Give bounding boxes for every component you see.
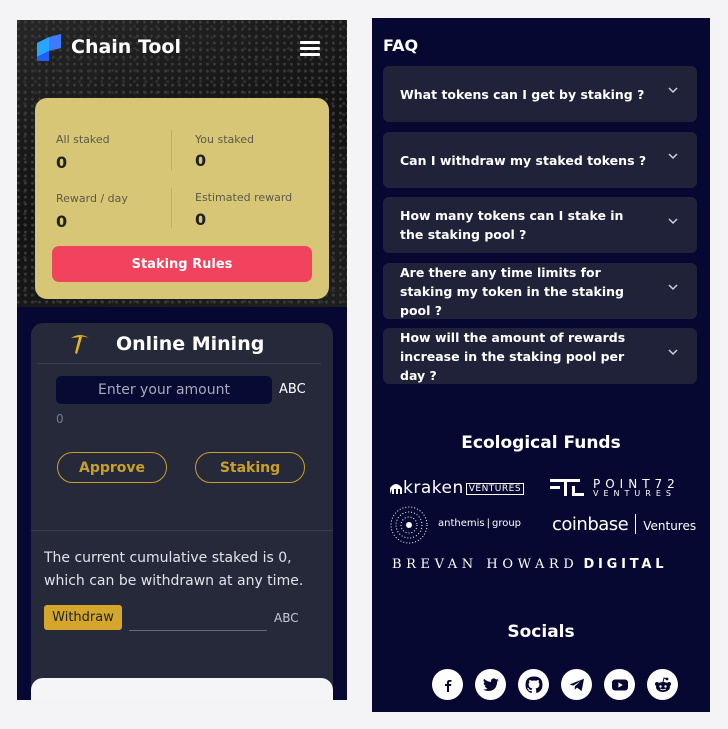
coinbase-ventures-logo: coinbase Ventures <box>552 514 696 535</box>
amount-input[interactable] <box>56 376 272 404</box>
app-brand: Chain Tool <box>71 36 182 58</box>
amount-unit: ABC <box>279 382 306 397</box>
reward-day-label: Reward / day <box>56 192 128 205</box>
faq-item[interactable]: How many tokens can I stake in the staki… <box>383 197 697 253</box>
coinbase-wordmark: coinbase <box>552 514 629 535</box>
coinbase-ventures-text: Ventures <box>643 519 697 533</box>
estimated-reward-value: 0 <box>195 210 207 229</box>
twitter-icon[interactable] <box>475 669 506 700</box>
staking-button[interactable]: Staking <box>195 452 305 483</box>
withdraw-amount-input[interactable] <box>129 606 267 631</box>
chevron-down-icon <box>668 153 678 160</box>
chain-tool-logo-icon <box>37 34 61 61</box>
anthemis-flower-icon <box>390 506 428 544</box>
chevron-down-icon <box>668 284 678 291</box>
faq-question: What tokens can I get by staking ? <box>400 86 645 102</box>
kraken-wordmark: kraken <box>403 478 464 498</box>
available-balance: 0 <box>56 412 64 426</box>
you-staked-value: 0 <box>195 151 207 170</box>
digital-wordmark: DIGITAL <box>583 557 668 572</box>
pickaxe-icon <box>71 335 89 354</box>
title-divider <box>37 363 321 364</box>
faq-item[interactable]: What tokens can I get by staking ? <box>383 66 697 122</box>
chevron-down-icon <box>668 218 678 225</box>
faq-item[interactable]: Can I withdraw my staked tokens ? <box>383 132 697 188</box>
section-divider <box>31 530 333 531</box>
online-mining-title: Online Mining <box>116 333 265 355</box>
facebook-icon[interactable] <box>432 669 463 700</box>
faq-item[interactable]: Are there any time limits for staking my… <box>383 263 697 319</box>
ecological-funds-title: Ecological Funds <box>461 433 621 453</box>
chevron-down-icon <box>668 349 678 356</box>
kraken-ventures-logo: kraken VENTURES <box>389 478 525 498</box>
telegram-icon[interactable] <box>561 669 592 700</box>
faq-title: FAQ <box>383 36 419 55</box>
point72-mark-icon <box>550 479 584 496</box>
staking-stats-card: All staked 0 You staked 0 Reward / day 0… <box>35 98 329 299</box>
anthemis-group-text: group <box>491 518 522 529</box>
stats-divider <box>171 188 172 228</box>
faq-funds-screen: FAQ What tokens can I get by staking ? C… <box>372 18 710 712</box>
faq-question: How many tokens can I stake in the staki… <box>400 208 624 242</box>
faq-item[interactable]: How will the amount of rewards increase … <box>383 328 697 384</box>
faq-question: How will the amount of rewards increase … <box>400 329 626 383</box>
kraken-icon <box>390 484 402 494</box>
hero-background: Chain Tool All staked 0 You staked 0 Rew… <box>17 20 347 307</box>
reddit-icon[interactable] <box>647 669 678 700</box>
github-icon[interactable] <box>518 669 549 700</box>
brevan-howard-digital-logo: BREVAN HOWARD DIGITAL <box>392 553 667 572</box>
cumulative-staked-text: The current cumulative staked is 0, whic… <box>44 550 304 589</box>
chevron-down-icon <box>668 87 678 94</box>
point72-sub: VENTURES <box>593 489 676 498</box>
socials-title: Socials <box>507 622 575 642</box>
online-mining-card: Online Mining ABC 0 Approve Staking The … <box>31 323 333 700</box>
anthemis-wordmark: anthemis <box>438 518 485 529</box>
kraken-ventures-badge: VENTURES <box>465 483 525 495</box>
youtube-icon[interactable] <box>604 669 635 700</box>
you-staked-label: You staked <box>195 133 254 146</box>
hamburger-menu-icon[interactable] <box>300 41 320 56</box>
withdraw-button[interactable]: Withdraw <box>44 605 122 630</box>
withdraw-unit: ABC <box>274 611 299 625</box>
reward-day-value: 0 <box>56 212 68 231</box>
all-staked-value: 0 <box>56 153 68 172</box>
approve-button[interactable]: Approve <box>57 452 167 483</box>
faq-question: Can I withdraw my staked tokens ? <box>400 152 647 168</box>
estimated-reward-label: Estimated reward <box>195 191 293 204</box>
faq-question: Are there any time limits for staking my… <box>400 264 624 318</box>
stats-divider <box>171 130 172 170</box>
staking-app-screen: Chain Tool All staked 0 You staked 0 Rew… <box>17 20 347 700</box>
staking-rules-button[interactable]: Staking Rules <box>52 246 312 282</box>
bottom-sheet <box>31 678 333 700</box>
all-staked-label: All staked <box>56 133 110 146</box>
brevan-howard-wordmark: BREVAN HOWARD <box>392 557 579 572</box>
